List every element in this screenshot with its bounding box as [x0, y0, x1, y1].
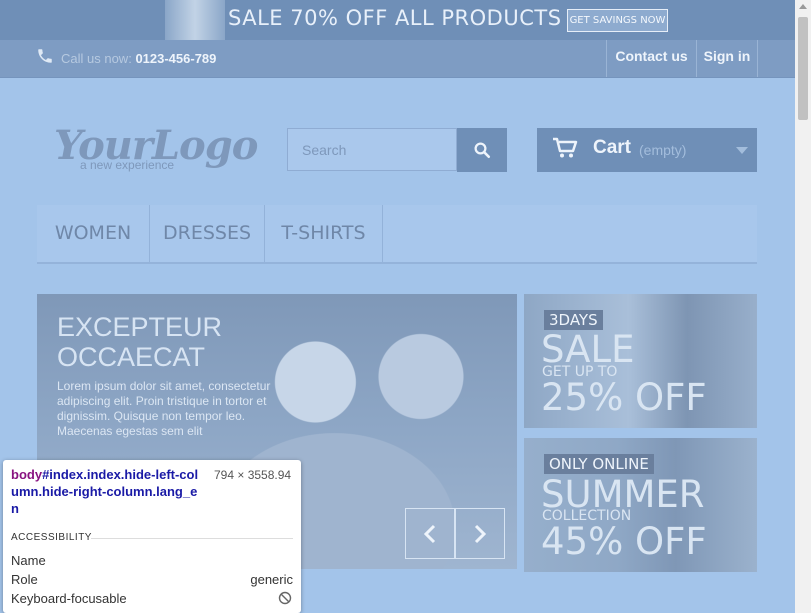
scrollbar-thumb[interactable]: [798, 17, 808, 120]
search-icon: [474, 142, 491, 159]
menu-item-women[interactable]: WOMEN: [37, 205, 150, 262]
cart-status: (empty): [639, 142, 687, 158]
slider-prev-button[interactable]: [405, 508, 455, 559]
logo-tagline: a new experience: [80, 158, 175, 172]
menu-item-dresses[interactable]: DRESSES: [150, 205, 265, 262]
search-button[interactable]: [457, 128, 507, 172]
section-divider: [91, 538, 293, 539]
a11y-role-key: Role: [11, 572, 38, 587]
devtools-inspect-tooltip: body#index.index.hide-left-column.hide-r…: [3, 460, 301, 613]
page-scrollbar[interactable]: [795, 0, 811, 613]
search-input[interactable]: [288, 129, 456, 170]
element-dimensions: 794 × 3558.94: [214, 468, 292, 482]
top-nav: Call us now: 0123-456-789 Contact us Sig…: [0, 40, 795, 78]
chevron-down-icon: [736, 147, 748, 154]
phone-icon: [38, 49, 52, 63]
chevron-left-icon: [423, 524, 436, 544]
cart-button[interactable]: Cart (empty): [537, 128, 757, 172]
promo-model-image: [165, 0, 225, 40]
slider-title-line-1: EXCEPTEUR: [57, 312, 223, 342]
a11y-name-key: Name: [11, 553, 46, 568]
cart-icon: [553, 137, 578, 158]
main-menu: WOMEN DRESSES T-SHIRTS: [37, 205, 757, 264]
call-us-text: Call us now: 0123-456-789: [61, 51, 216, 66]
call-label: Call us now:: [61, 51, 132, 66]
sign-in-link[interactable]: Sign in: [696, 40, 758, 77]
banner-badge: 3DAYS: [544, 310, 603, 330]
accessibility-heading: ACCESSIBILITY: [11, 532, 92, 543]
banner-offer: 45% OFF: [541, 520, 707, 563]
a11y-role-value: generic: [250, 572, 293, 587]
element-selector: body#index.index.hide-left-column.hide-r…: [11, 466, 201, 517]
scroll-up-arrow-icon[interactable]: [799, 4, 807, 9]
contact-us-link[interactable]: Contact us: [606, 40, 696, 77]
a11y-focusable-key: Keyboard-focusable: [11, 591, 127, 606]
slider-next-button[interactable]: [455, 508, 505, 559]
phone-number[interactable]: 0123-456-789: [135, 51, 216, 66]
site-logo[interactable]: YourLogo a new experience: [54, 122, 258, 177]
promo-banner-sale[interactable]: 3DAYS SALE GET UP TO 25% OFF: [524, 294, 757, 428]
chevron-right-icon: [474, 524, 487, 544]
cart-label: Cart: [593, 137, 632, 158]
element-tag: body: [11, 467, 43, 482]
search-box: [287, 128, 457, 171]
menu-item-t-shirts[interactable]: T-SHIRTS: [265, 205, 383, 262]
banner-offer: 25% OFF: [541, 376, 707, 419]
get-savings-button[interactable]: GET SAVINGS NOW: [567, 9, 668, 32]
promo-text: SALE 70% OFF ALL PRODUCTS: [228, 6, 562, 30]
promo-banner-summer[interactable]: ONLY ONLINE SUMMER COLLECTION 45% OFF: [524, 438, 757, 572]
slider-title-line-2: OCCAECAT: [57, 342, 206, 372]
promo-banner[interactable]: SALE 70% OFF ALL PRODUCTS GET SAVINGS NO…: [0, 0, 795, 40]
not-focusable-icon: [278, 591, 292, 605]
slider-title: EXCEPTEUR OCCAECAT: [57, 312, 222, 372]
slider-description: Lorem ipsum dolor sit amet, consectetur …: [57, 379, 271, 438]
banner-badge: ONLY ONLINE: [544, 454, 654, 474]
